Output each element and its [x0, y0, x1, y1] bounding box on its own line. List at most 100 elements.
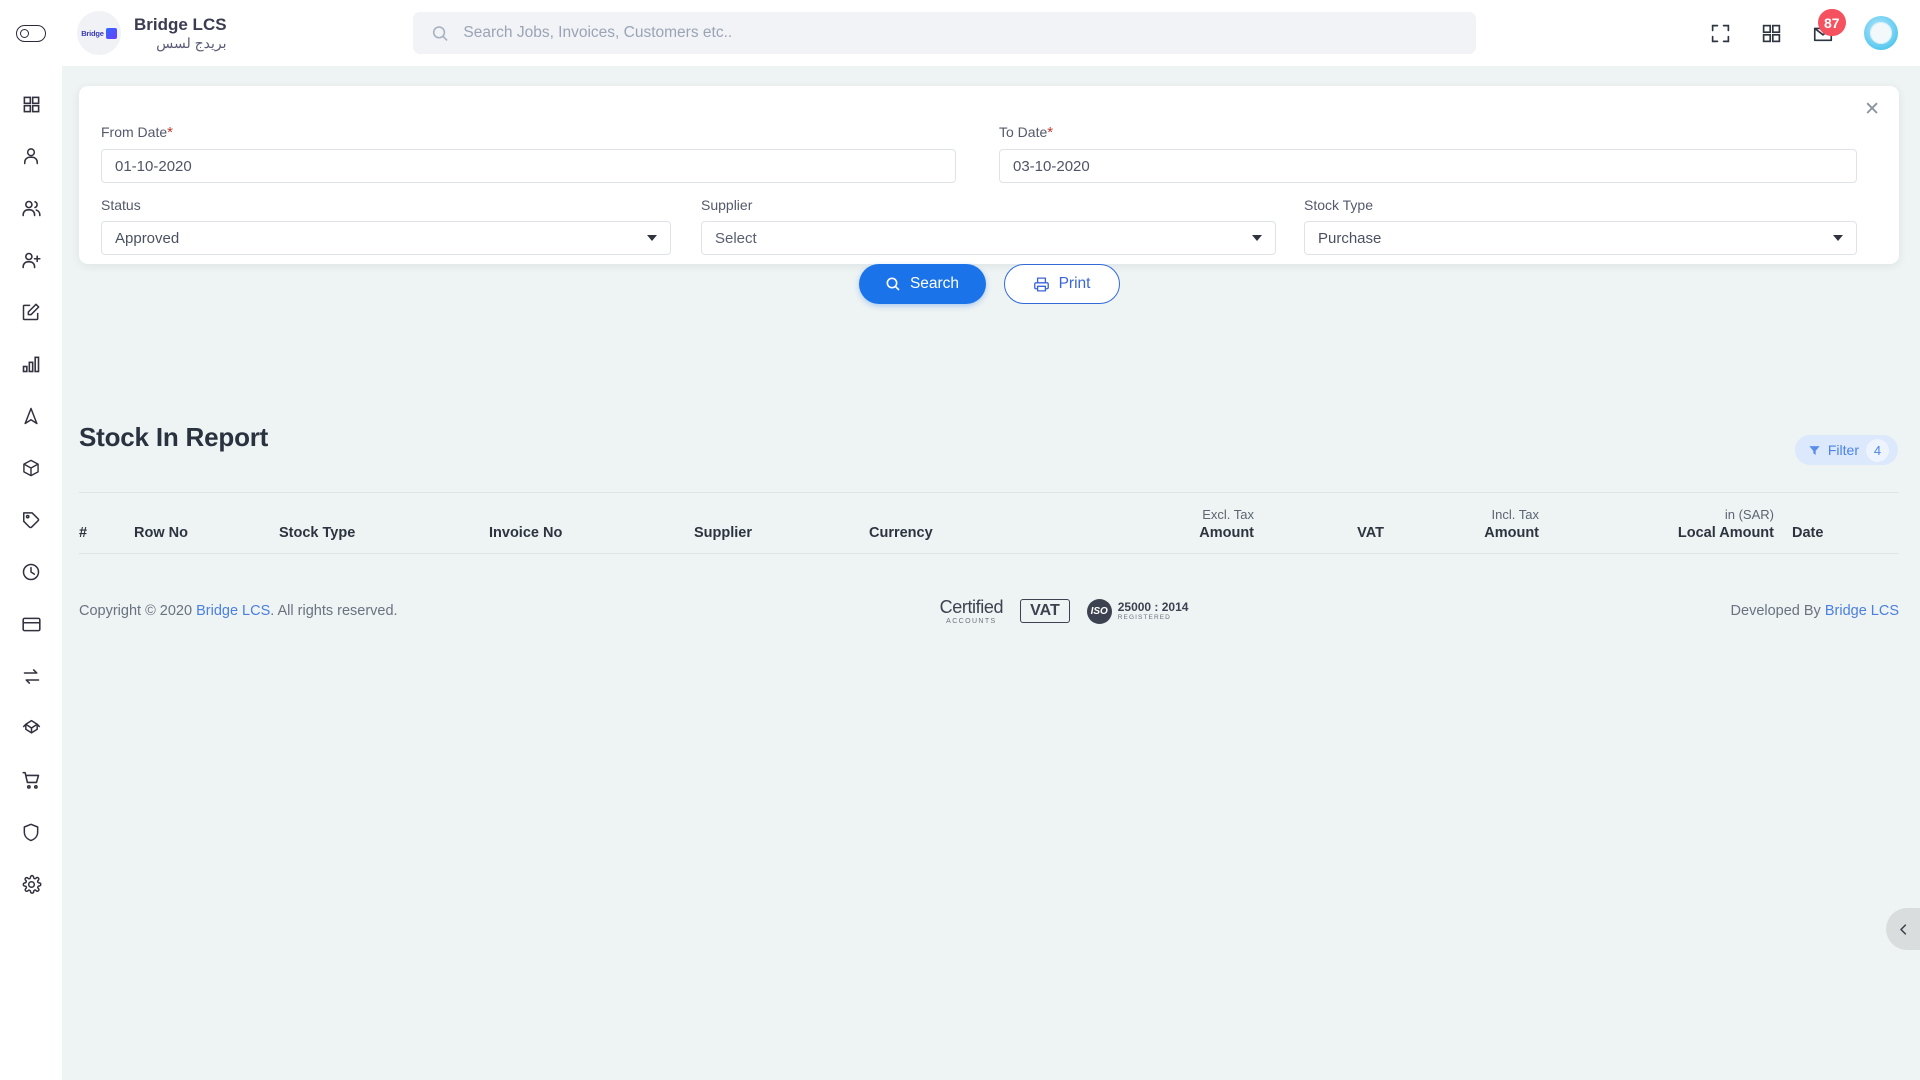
from-date-field: From Date*: [101, 124, 956, 183]
to-date-label: To Date*: [999, 124, 1054, 141]
bar-chart-icon: [22, 356, 40, 373]
avatar[interactable]: [1864, 16, 1898, 50]
printer-icon: [1033, 276, 1049, 292]
sidebar-item-stock[interactable]: [0, 442, 62, 494]
toggle-knob: [20, 28, 29, 38]
logo-text: Bridge: [81, 28, 104, 38]
search-button[interactable]: Search: [858, 264, 986, 304]
sidebar-item-tracking[interactable]: [0, 390, 62, 442]
col-vat: VAT: [1357, 525, 1384, 541]
copyright-post: . All rights reserved.: [270, 603, 398, 619]
sidebar-item-jobs[interactable]: [0, 286, 62, 338]
notification-badge: 87: [1818, 9, 1846, 36]
users-icon: [21, 200, 41, 216]
user-icon: [24, 148, 38, 165]
stock-type-field: Stock Type Purchase: [1304, 197, 1857, 255]
required-marker: *: [167, 124, 173, 141]
top-bar: Bridge Bridge LCS بريدج لسس Search Jobs,…: [0, 0, 1920, 66]
sidebar-item-settings[interactable]: [0, 858, 62, 910]
sidebar-item-add-user[interactable]: [0, 234, 62, 286]
col-sub-excl-tax: Excl. Tax: [1202, 507, 1254, 522]
global-search[interactable]: [413, 12, 1476, 54]
page-title: Stock In Report: [79, 422, 269, 452]
required-marker: *: [1047, 124, 1054, 141]
brand-name-ar: بريدج لسس: [156, 34, 227, 51]
print-button-label: Print: [1058, 275, 1091, 292]
topbar-actions: 87: [1710, 0, 1898, 66]
sidebar-item-assets[interactable]: [0, 702, 62, 754]
sidebar-item-profile[interactable]: [0, 130, 62, 182]
status-value: Approved: [115, 229, 180, 247]
sidebar-item-dashboard[interactable]: [0, 78, 62, 130]
certified-accounts-badge: Certified ACCOUNTS: [940, 598, 1004, 625]
filter-chip[interactable]: Filter 4: [1794, 435, 1898, 465]
col-currency: Currency: [869, 525, 933, 541]
brand-name-en: Bridge LCS: [134, 14, 227, 34]
search-input[interactable]: [463, 24, 1458, 42]
clock-icon: [22, 563, 40, 581]
sidebar-item-pricing[interactable]: [0, 494, 62, 546]
status-field: Status Approved: [101, 197, 671, 255]
sidebar: [0, 66, 62, 1080]
sidebar-item-purchase[interactable]: [0, 754, 62, 806]
developed-pre: Developed By: [1730, 603, 1825, 619]
chevron-down-icon: [647, 235, 657, 241]
brand-names: Bridge LCS بريدج لسس: [134, 14, 227, 53]
apps-grid-button[interactable]: [1761, 23, 1782, 44]
sidebar-item-reports[interactable]: [0, 338, 62, 390]
footer: Copyright © 2020 Bridge LCS. All rights …: [79, 586, 1899, 636]
supplier-select[interactable]: Select: [701, 221, 1276, 255]
notifications-button[interactable]: 87: [1812, 9, 1846, 44]
from-date-input[interactable]: [101, 149, 956, 183]
col-sub-in-sar: in (SAR): [1724, 507, 1774, 522]
iso-sub: REGISTERED: [1117, 614, 1171, 622]
search-icon: [432, 25, 448, 41]
sidebar-item-transfers[interactable]: [0, 650, 62, 702]
iso-text: 25000 : 2014 REGISTERED: [1117, 600, 1189, 622]
toggle-switch-icon: [16, 24, 46, 42]
stock-type-label: Stock Type: [1304, 197, 1374, 213]
panel-collapse-button[interactable]: [1886, 908, 1920, 950]
col-local-amount: in (SAR) Local Amount: [1539, 493, 1774, 554]
form-actions: Search Print: [79, 264, 1899, 304]
col-amount-excl-tax: Excl. Tax Amount: [1124, 493, 1254, 554]
developed-by: Developed By Bridge LCS: [1731, 603, 1899, 619]
col-stock-type: Stock Type: [279, 525, 356, 541]
shopping-cart-icon: [21, 771, 39, 789]
tag-icon: [23, 512, 40, 529]
chevron-down-icon: [1833, 235, 1843, 241]
col-date: Date: [1792, 525, 1824, 541]
col-amount-incl-tax: Incl. Tax Amount: [1384, 493, 1539, 554]
col-supplier: Supplier: [694, 525, 753, 541]
copyright: Copyright © 2020 Bridge LCS. All rights …: [79, 603, 398, 619]
close-icon[interactable]: ✕: [1864, 100, 1880, 119]
sidebar-item-payments[interactable]: [0, 598, 62, 650]
sidebar-item-security[interactable]: [0, 806, 62, 858]
stock-in-report-table: # Row No Stock Type Invoice No Supplier …: [79, 492, 1899, 596]
sidebar-item-customers[interactable]: [0, 182, 62, 234]
bridge-logo-icon: Bridge: [77, 11, 121, 55]
grid-icon: [1762, 24, 1781, 42]
copyright-link[interactable]: Bridge LCS: [196, 603, 270, 619]
sidebar-toggle-button[interactable]: [0, 0, 62, 66]
fullscreen-button[interactable]: [1710, 23, 1731, 44]
supplier-value: Select: [715, 229, 757, 247]
brand[interactable]: Bridge Bridge LCS بريدج لسس: [77, 11, 227, 55]
report-table-wrapper: # Row No Stock Type Invoice No Supplier …: [79, 492, 1899, 596]
status-select[interactable]: Approved: [101, 221, 671, 255]
print-button[interactable]: Print: [1003, 264, 1120, 304]
fullscreen-icon: [1711, 24, 1730, 42]
stock-type-select[interactable]: Purchase: [1304, 221, 1857, 255]
developed-link[interactable]: Bridge LCS: [1825, 603, 1899, 619]
vat-badge: VAT: [1020, 599, 1070, 623]
main-content: ✕ From Date* To Date* Status Approved Su…: [62, 66, 1920, 1080]
grid-icon: [23, 96, 39, 112]
col-row-no: Row No: [134, 525, 188, 541]
supplier-label: Supplier: [701, 197, 753, 213]
search-button-label: Search: [909, 275, 960, 292]
to-date-input[interactable]: [999, 149, 1857, 183]
status-label: Status: [101, 197, 141, 213]
sidebar-item-history[interactable]: [0, 546, 62, 598]
gear-icon: [22, 874, 41, 894]
exchange-icon: [23, 668, 39, 684]
